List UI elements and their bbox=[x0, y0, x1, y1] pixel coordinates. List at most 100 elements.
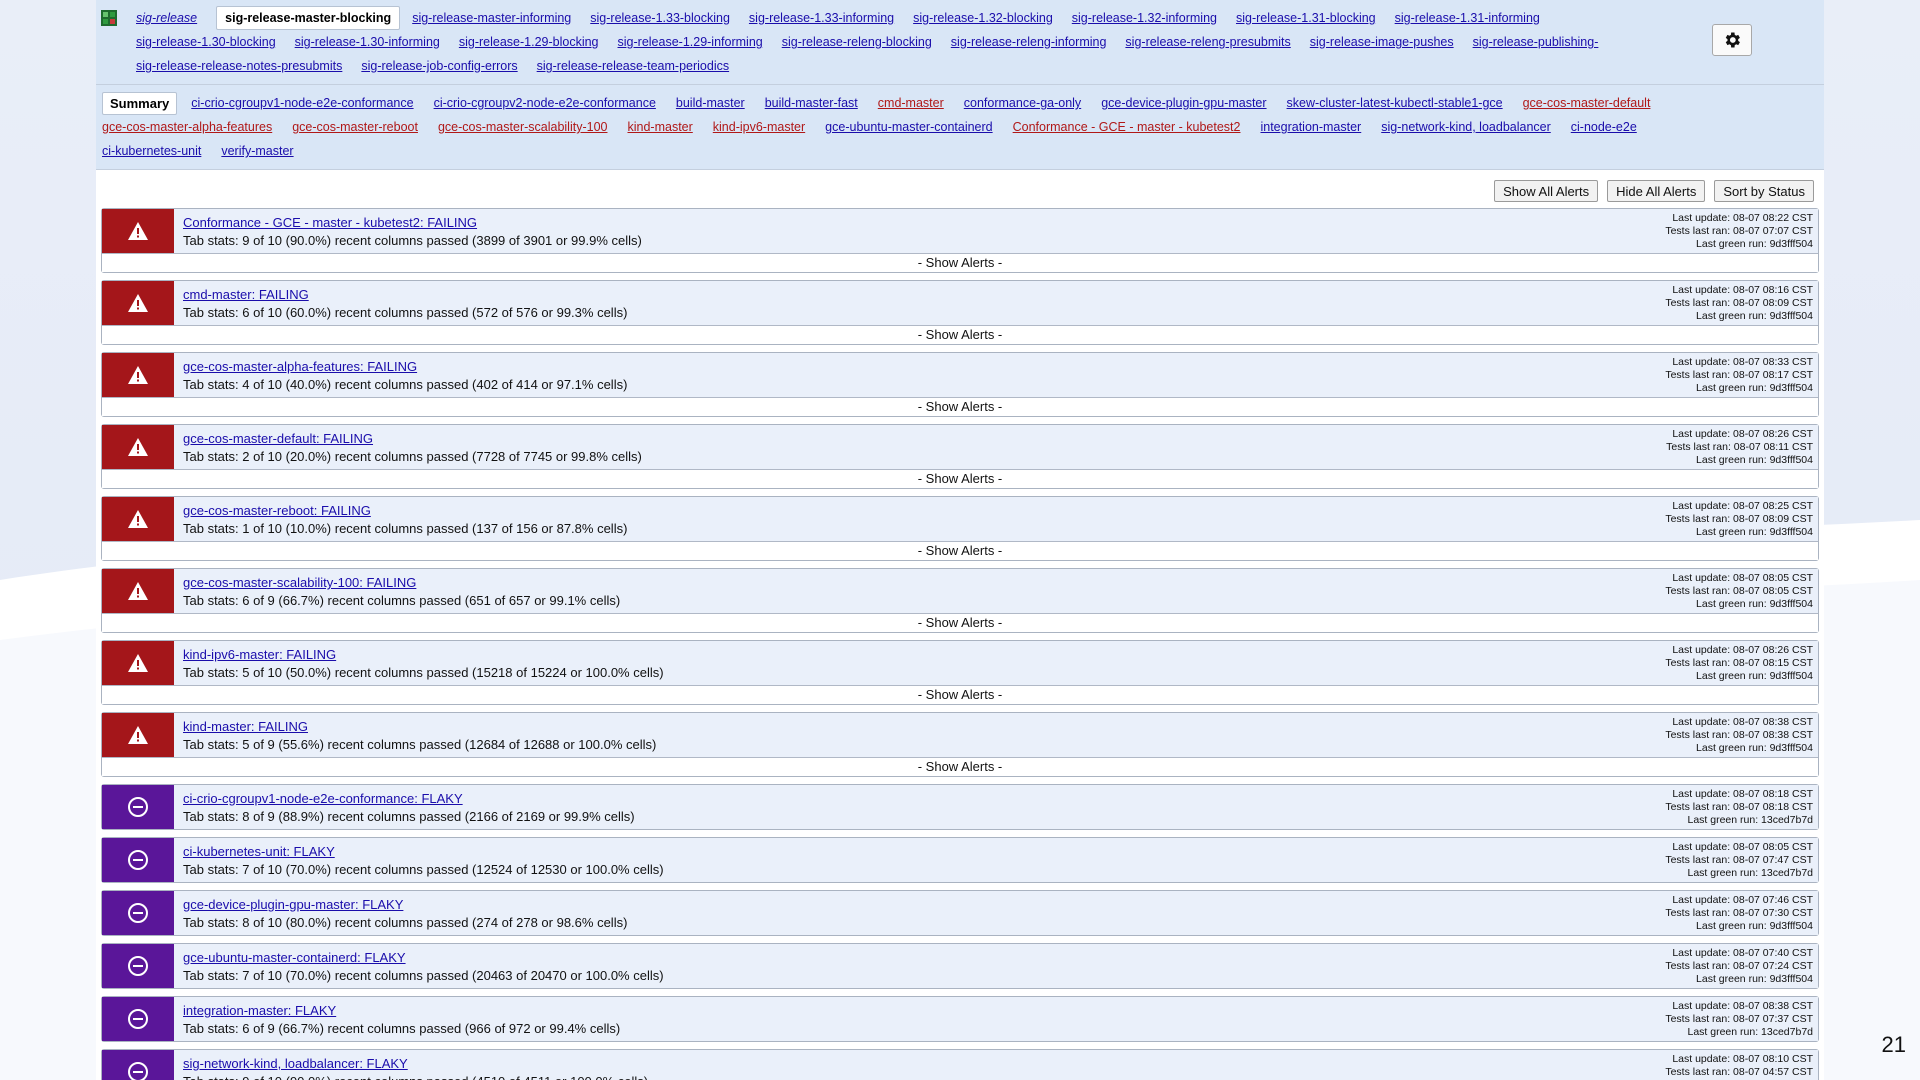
dashboard-group-link[interactable]: sig-release-publishing- bbox=[1473, 35, 1599, 49]
dashboard-tab-link[interactable]: kind-master bbox=[627, 120, 692, 134]
show-alerts-toggle[interactable]: - Show Alerts - bbox=[102, 613, 1818, 632]
show-alerts-toggle[interactable]: - Show Alerts - bbox=[102, 469, 1818, 488]
sort-by-status-button[interactable]: Sort by Status bbox=[1714, 180, 1814, 202]
dashboard-group-link[interactable]: sig-release-1.33-blocking bbox=[590, 11, 730, 25]
card-meta: Last update: 08-07 08:38 CST Tests last r… bbox=[1665, 997, 1818, 1041]
card-title-link[interactable]: ci-crio-cgroupv1-node-e2e-conformance: F… bbox=[183, 790, 1665, 808]
status-badge bbox=[102, 1050, 174, 1080]
card-meta: Last update: 08-07 08:16 CST Tests last r… bbox=[1665, 281, 1818, 325]
dashboard-tab-link[interactable]: ci-crio-cgroupv1-node-e2e-conformance bbox=[191, 96, 413, 110]
dashboard-group-link[interactable]: sig-release bbox=[136, 11, 197, 25]
card-title-link[interactable]: gce-ubuntu-master-containerd: FLAKY bbox=[183, 949, 1665, 967]
dashboard-group-link[interactable]: sig-release-1.30-informing bbox=[295, 35, 440, 49]
tests-last-ran: Tests last ran: 08-07 07:30 CST bbox=[1665, 907, 1813, 919]
summary-card: cmd-master: FAILING Tab stats: 6 of 10 (6… bbox=[101, 280, 1819, 345]
tab-stats: Tab stats: 5 of 9 (55.6%) recent columns… bbox=[183, 737, 657, 752]
dashboard-group-link[interactable]: sig-release-releng-presubmits bbox=[1125, 35, 1290, 49]
tests-last-ran: Tests last ran: 08-07 04:57 CST bbox=[1665, 1066, 1813, 1078]
dashboard-group-link[interactable]: sig-release-1.30-blocking bbox=[136, 35, 276, 49]
dashboard-group-link[interactable]: sig-release-master-informing bbox=[412, 11, 571, 25]
card-title-link[interactable]: gce-cos-master-default: FAILING bbox=[183, 430, 1666, 448]
last-update: Last update: 08-07 08:25 CST bbox=[1672, 500, 1813, 512]
dashboard-tab-link[interactable]: gce-cos-master-alpha-features bbox=[102, 120, 272, 134]
dashboard-group-link[interactable]: sig-release-image-pushes bbox=[1310, 35, 1454, 49]
show-alerts-toggle[interactable]: - Show Alerts - bbox=[102, 325, 1818, 344]
dashboard-group-link[interactable]: sig-release-1.33-informing bbox=[749, 11, 894, 25]
warning-icon bbox=[127, 293, 149, 313]
dashboard-group-row: sig-release-release-notes-presubmits sig-… bbox=[136, 54, 1816, 78]
tab-summary[interactable]: Summary bbox=[102, 91, 178, 115]
dashboard-group-link[interactable]: sig-release-master-blocking bbox=[216, 6, 401, 30]
show-alerts-toggle[interactable]: - Show Alerts - bbox=[102, 253, 1818, 272]
dashboard-tab-link[interactable]: cmd-master bbox=[878, 96, 944, 110]
tab-stats: Tab stats: 6 of 9 (66.7%) recent columns… bbox=[183, 593, 621, 608]
dashboard-tab-link[interactable]: conformance-ga-only bbox=[964, 96, 1081, 110]
card-meta: Last update: 08-07 08:25 CST Tests last r… bbox=[1665, 497, 1818, 541]
tests-last-ran: Tests last ran: 08-07 08:05 CST bbox=[1665, 585, 1813, 597]
dashboard-tab-link[interactable]: gce-cos-master-scalability-100 bbox=[438, 120, 608, 134]
card-meta: Last update: 08-07 08:05 CST Tests last r… bbox=[1665, 838, 1818, 882]
dashboard-group-link[interactable]: sig-release-releng-blocking bbox=[782, 35, 932, 49]
dashboard-tab-row: Summary ci-crio-cgroupv1-node-e2e-conform… bbox=[102, 91, 1816, 115]
dashboard-tab-link[interactable]: build-master-fast bbox=[765, 96, 858, 110]
last-green-run: Last green run: 9d3fff504 bbox=[1696, 526, 1813, 538]
dashboard-group-link[interactable]: sig-release-1.31-blocking bbox=[1236, 11, 1376, 25]
dashboard-tab-link[interactable]: build-master bbox=[676, 96, 745, 110]
dashboard-tab-link[interactable]: sig-network-kind, loadbalancer bbox=[1381, 120, 1551, 134]
tab-stats: Tab stats: 7 of 10 (70.0%) recent column… bbox=[183, 862, 664, 877]
dashboard-tab-link[interactable]: gce-cos-master-default bbox=[1523, 96, 1651, 110]
card-meta: Last update: 08-07 08:26 CST Tests last r… bbox=[1666, 425, 1818, 469]
dashboard-tab-link[interactable]: kind-ipv6-master bbox=[713, 120, 805, 134]
show-alerts-toggle[interactable]: - Show Alerts - bbox=[102, 397, 1818, 416]
dashboard-group-link[interactable]: sig-release-release-notes-presubmits bbox=[136, 59, 342, 73]
card-title-link[interactable]: kind-master: FAILING bbox=[183, 718, 1665, 736]
card-title-link[interactable]: gce-device-plugin-gpu-master: FLAKY bbox=[183, 896, 1665, 914]
dashboard-tab-link[interactable]: ci-kubernetes-unit bbox=[102, 144, 201, 158]
card-meta: Last update: 08-07 08:26 CST Tests last r… bbox=[1665, 641, 1818, 685]
dashboard-group-link[interactable]: sig-release-1.32-blocking bbox=[913, 11, 1053, 25]
show-all-alerts-button[interactable]: Show All Alerts bbox=[1494, 180, 1599, 202]
dashboard-group-link[interactable]: sig-release-releng-informing bbox=[951, 35, 1107, 49]
card-title-link[interactable]: integration-master: FLAKY bbox=[183, 1002, 1665, 1020]
card-title-link[interactable]: gce-cos-master-scalability-100: FAILING bbox=[183, 574, 1665, 592]
show-alerts-toggle[interactable]: - Show Alerts - bbox=[102, 757, 1818, 776]
dashboard-group-link[interactable]: sig-release-release-team-periodics bbox=[537, 59, 729, 73]
show-alerts-toggle[interactable]: - Show Alerts - bbox=[102, 685, 1818, 704]
dashboard-tab-link[interactable]: gce-cos-master-reboot bbox=[292, 120, 418, 134]
dashboard-tab-link[interactable]: gce-ubuntu-master-containerd bbox=[825, 120, 992, 134]
card-title-link[interactable]: gce-cos-master-reboot: FAILING bbox=[183, 502, 1665, 520]
dashboard-group-link[interactable]: sig-release-job-config-errors bbox=[361, 59, 517, 73]
card-title-link[interactable]: gce-cos-master-alpha-features: FAILING bbox=[183, 358, 1665, 376]
last-update: Last update: 08-07 08:33 CST bbox=[1672, 356, 1813, 368]
hide-all-alerts-button[interactable]: Hide All Alerts bbox=[1607, 180, 1706, 202]
dashboard-group-link[interactable]: sig-release-1.29-blocking bbox=[459, 35, 599, 49]
dashboard-group-nav: sig-release sig-release-master-blocking si… bbox=[96, 0, 1824, 85]
settings-button[interactable] bbox=[1712, 24, 1752, 56]
dashboard-tab-link[interactable]: ci-node-e2e bbox=[1571, 120, 1637, 134]
card-meta: Last update: 08-07 08:18 CST Tests last r… bbox=[1665, 785, 1818, 829]
last-update: Last update: 08-07 07:46 CST bbox=[1672, 894, 1813, 906]
card-title-link[interactable]: cmd-master: FAILING bbox=[183, 286, 1665, 304]
summary-toolbar: Show All Alerts Hide All Alerts Sort by … bbox=[96, 170, 1824, 208]
dashboard-tab-link[interactable]: gce-device-plugin-gpu-master bbox=[1101, 96, 1266, 110]
dashboard-tab-link[interactable]: Conformance - GCE - master - kubetest2 bbox=[1013, 120, 1241, 134]
status-badge bbox=[102, 569, 174, 613]
card-title-link[interactable]: kind-ipv6-master: FAILING bbox=[183, 646, 1665, 664]
dashboard-tab-link[interactable]: ci-crio-cgroupv2-node-e2e-conformance bbox=[434, 96, 656, 110]
tab-stats: Tab stats: 2 of 10 (20.0%) recent column… bbox=[183, 449, 642, 464]
dashboard-tab-link[interactable]: verify-master bbox=[221, 144, 293, 158]
dashboard-tab-nav: Summary ci-crio-cgroupv1-node-e2e-conform… bbox=[96, 85, 1824, 170]
last-update: Last update: 08-07 08:18 CST bbox=[1672, 788, 1813, 800]
dashboard-group-link[interactable]: sig-release-1.32-informing bbox=[1072, 11, 1217, 25]
last-green-run: Last green run: 13ced7b7d bbox=[1687, 867, 1813, 879]
card-title-link[interactable]: sig-network-kind, loadbalancer: FLAKY bbox=[183, 1055, 1665, 1073]
dashboard-group-link[interactable]: sig-release-1.31-informing bbox=[1395, 11, 1540, 25]
dashboard-tab-link[interactable]: integration-master bbox=[1260, 120, 1361, 134]
dashboard-tab-link[interactable]: skew-cluster-latest-kubectl-stable1-gce bbox=[1287, 96, 1503, 110]
card-title-link[interactable]: ci-kubernetes-unit: FLAKY bbox=[183, 843, 1665, 861]
tests-last-ran: Tests last ran: 08-07 07:37 CST bbox=[1665, 1013, 1813, 1025]
dashboard-group-link[interactable]: sig-release-1.29-informing bbox=[618, 35, 763, 49]
card-meta: Last update: 08-07 08:05 CST Tests last r… bbox=[1665, 569, 1818, 613]
show-alerts-toggle[interactable]: - Show Alerts - bbox=[102, 541, 1818, 560]
card-title-link[interactable]: Conformance - GCE - master - kubetest2: … bbox=[183, 214, 1665, 232]
